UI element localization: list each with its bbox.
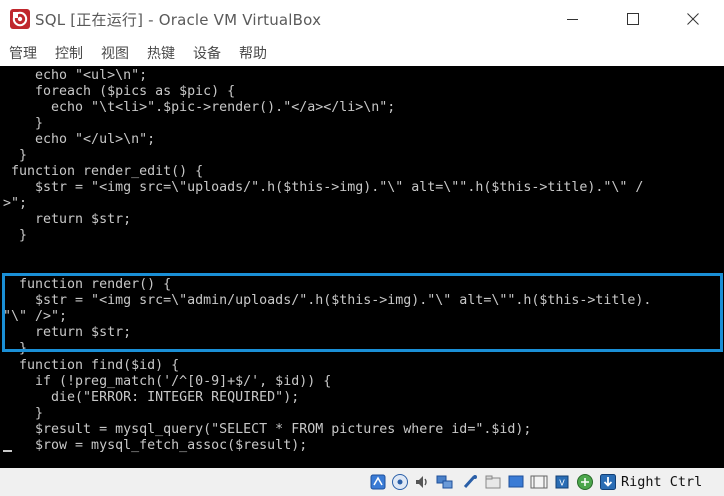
menu-view[interactable]: 视图 <box>101 43 129 63</box>
hard-disk-icon[interactable] <box>369 473 387 491</box>
maximize-icon <box>627 13 639 25</box>
minimize-button[interactable] <box>550 0 596 38</box>
console-line: function find($id) { <box>3 358 180 373</box>
console-line: die("ERROR: INTEGER REQUIRED"); <box>3 390 300 405</box>
menu-hotkeys[interactable]: 热键 <box>147 43 175 63</box>
console-line: echo "</ul>\n"; <box>3 132 156 147</box>
console-line: >"; <box>3 196 28 211</box>
console-line: } <box>3 228 28 243</box>
menu-help[interactable]: 帮助 <box>239 43 267 63</box>
virtualbox-logo-icon <box>10 9 30 29</box>
console-line: $row = mysql_fetch_assoc($result); <box>3 438 308 453</box>
menu-control[interactable]: 控制 <box>55 43 83 63</box>
console-line: $result = mysql_query("SELECT * FROM pic… <box>3 422 532 437</box>
maximize-button[interactable] <box>610 0 656 38</box>
title-bar[interactable]: SQL [正在运行] - Oracle VM VirtualBox <box>0 0 724 38</box>
menu-bar: 管理 控制 视图 热键 设备 帮助 <box>0 38 724 66</box>
display-icon[interactable] <box>507 473 525 491</box>
usb-icon[interactable] <box>461 473 479 491</box>
cpu-icon[interactable]: V <box>553 473 571 491</box>
console-line: $str = "<img src=\"uploads/".h($this->im… <box>3 180 644 195</box>
menu-manage[interactable]: 管理 <box>9 43 37 63</box>
status-bar: V Right Ctrl <box>0 468 724 496</box>
console-line: echo "\t<li>".$pic->render()."</a></li>\… <box>3 100 396 115</box>
optical-disk-icon[interactable] <box>391 473 409 491</box>
audio-icon[interactable] <box>413 473 431 491</box>
console-line: } <box>3 406 44 421</box>
text-cursor <box>3 450 12 452</box>
close-icon <box>687 13 699 25</box>
shared-folder-icon[interactable] <box>484 473 502 491</box>
window-title: SQL [正在运行] - Oracle VM VirtualBox <box>35 11 322 29</box>
console-line: if (!preg_match('/^[0-9]+$/', $id)) { <box>3 374 332 389</box>
menu-devices[interactable]: 设备 <box>193 43 221 63</box>
minimize-icon <box>567 19 578 20</box>
console-line: } <box>3 148 28 163</box>
down-arrow-icon[interactable] <box>599 473 617 491</box>
console-line: function render_edit() { <box>3 164 204 179</box>
network-icon[interactable] <box>436 473 454 491</box>
video-capture-icon[interactable] <box>530 473 548 491</box>
vm-console[interactable]: echo "<ul>\n"; foreach ($pics as $pic) {… <box>0 66 724 468</box>
mouse-integration-icon[interactable] <box>576 473 594 491</box>
highlight-box <box>2 273 723 352</box>
console-line: echo "<ul>\n"; <box>3 68 148 83</box>
console-line: foreach ($pics as $pic) { <box>3 84 236 99</box>
close-button[interactable] <box>670 0 716 38</box>
svg-text:V: V <box>559 479 565 488</box>
host-key-label: Right Ctrl <box>621 474 703 490</box>
console-line: return $str; <box>3 212 132 227</box>
console-line: } <box>3 116 44 131</box>
